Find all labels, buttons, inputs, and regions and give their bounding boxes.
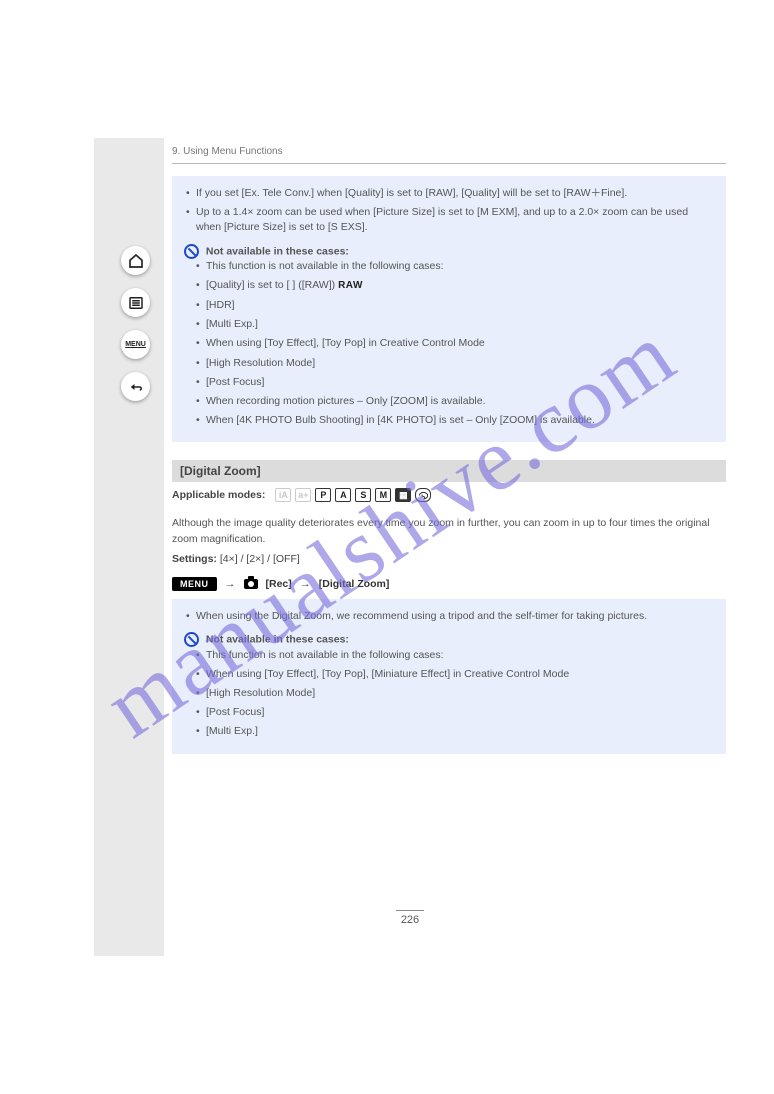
mode-icon-movie: ▦ <box>395 488 411 502</box>
info-bullet: When recording motion pictures – Only [Z… <box>194 394 715 409</box>
info-bullet: If you set [Ex. Tele Conv.] when [Qualit… <box>184 186 715 201</box>
info-bullet: [Post Focus] <box>194 705 715 720</box>
modes-label: Applicable modes: <box>172 489 265 501</box>
page-number: 226 <box>396 910 424 926</box>
mode-icon-s: S <box>355 488 371 502</box>
not-available-row: Not available in these cases: <box>184 244 715 260</box>
home-button[interactable] <box>121 246 150 275</box>
info-bullet: [Post Focus] <box>194 375 715 390</box>
menu-rec-label: [Rec] <box>266 578 292 590</box>
arrow-icon: → <box>300 578 311 590</box>
palette-icon <box>418 491 429 500</box>
divider <box>172 163 726 164</box>
menu-button[interactable]: MENU <box>121 330 150 359</box>
sidebar-nav: MENU <box>94 138 164 956</box>
info-bullet: [Multi Exp.] <box>194 317 715 332</box>
raw-icon: RAW <box>338 279 363 294</box>
settings-label: Settings: <box>172 553 217 565</box>
mode-icon-a: A <box>335 488 351 502</box>
info-box-1: If you set [Ex. Tele Conv.] when [Qualit… <box>172 176 726 442</box>
info-bullet: [HDR] <box>194 298 715 313</box>
info-bullet: [Multi Exp.] <box>194 724 715 739</box>
mode-icon-creative <box>415 488 431 502</box>
camera-icon <box>244 579 258 589</box>
not-available-label: Not available in these cases: <box>206 245 349 257</box>
chapter-header: 9. Using Menu Functions <box>172 146 726 161</box>
info-bullet: When using [Toy Effect], [Toy Pop] in Cr… <box>194 336 715 351</box>
info-bullet: When [4K PHOTO Bulb Shooting] in [4K PHO… <box>194 413 715 428</box>
info-bullet: [High Resolution Mode] <box>194 686 715 701</box>
settings-row: Settings: [4×] / [2×] / [OFF] <box>172 553 726 565</box>
contents-button[interactable] <box>121 288 150 317</box>
list-icon <box>127 294 145 312</box>
not-available-icon <box>184 244 199 259</box>
info-bullet: Up to a 1.4× zoom can be used when [Pict… <box>184 205 715 235</box>
not-available-icon <box>184 632 199 647</box>
info-bullet: This function is not available in the fo… <box>194 259 715 274</box>
home-icon <box>127 252 145 270</box>
info-bullet: [Quality] is set to [ ] ([RAW]) RAW <box>194 278 715 294</box>
menu-pill: MENU <box>172 577 217 591</box>
mode-icon-iautoplus: a+ <box>295 488 311 502</box>
info-bullet: When using the Digital Zoom, we recommen… <box>184 609 715 624</box>
info-box-2: When using the Digital Zoom, we recommen… <box>172 599 726 754</box>
info-bullet: [High Resolution Mode] <box>194 356 715 371</box>
menu-item-label: [Digital Zoom] <box>319 578 390 590</box>
section-heading: [Digital Zoom] <box>172 460 726 482</box>
menu-icon-label: MENU <box>125 341 146 348</box>
mode-icon-p: P <box>315 488 331 502</box>
menu-path: MENU → [Rec] → [Digital Zoom] <box>172 577 726 591</box>
back-button[interactable] <box>121 372 150 401</box>
manual-page: MENU 9. Using Menu Functions If you set … <box>94 138 726 956</box>
settings-value: [4×] / [2×] / [OFF] <box>220 553 300 565</box>
page-content: 9. Using Menu Functions If you set [Ex. … <box>172 138 726 754</box>
applicable-modes-row: Applicable modes: iA a+ P A S M ▦ <box>172 482 726 510</box>
section-description: Although the image quality deteriorates … <box>172 516 726 546</box>
info-bullet: When using [Toy Effect], [Toy Pop], [Min… <box>194 667 715 682</box>
info-bullet: This function is not available in the fo… <box>194 648 715 663</box>
not-available-label: Not available in these cases: <box>206 633 349 645</box>
mode-icon-m: M <box>375 488 391 502</box>
not-available-row: Not available in these cases: <box>184 632 715 648</box>
arrow-icon: → <box>225 578 236 590</box>
mode-icon-iauto: iA <box>275 488 291 502</box>
back-icon <box>127 378 145 396</box>
